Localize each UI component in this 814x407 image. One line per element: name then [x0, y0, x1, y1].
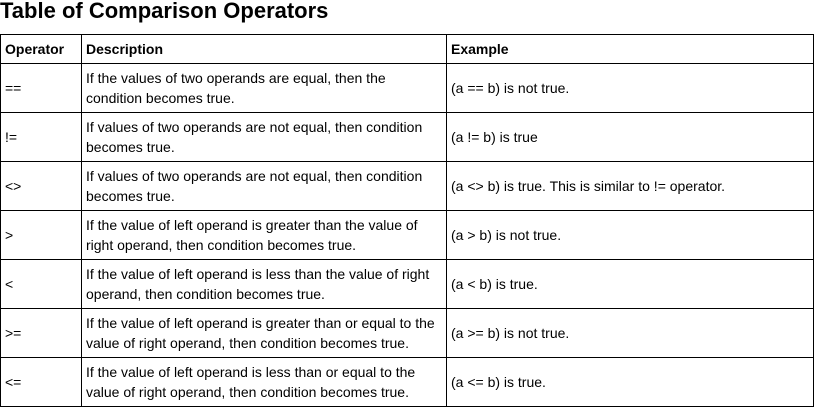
description-cell: If the value of left operand is less tha…: [81, 259, 447, 309]
example-cell: (a == b) is not true.: [446, 63, 814, 113]
example-cell: (a < b) is true.: [446, 259, 814, 309]
description-cell: If the values of two operands are equal,…: [81, 63, 447, 113]
operator-cell: <: [0, 259, 82, 309]
example-cell: (a != b) is true: [446, 112, 814, 162]
table-row: != If values of two operands are not equ…: [0, 112, 814, 162]
example-cell: (a <> b) is true. This is similar to != …: [446, 161, 814, 211]
operator-cell: >=: [0, 308, 82, 358]
operator-cell: ==: [0, 63, 82, 113]
description-cell: If values of two operands are not equal,…: [81, 112, 447, 162]
description-cell: If the value of left operand is greater …: [81, 308, 447, 358]
table-row: <> If values of two operands are not equ…: [0, 161, 814, 211]
table-row: <= If the value of left operand is less …: [0, 357, 814, 407]
comparison-operators-table: Operator Description Example == If the v…: [0, 34, 814, 407]
example-cell: (a > b) is not true.: [446, 210, 814, 260]
table-header-row: Operator Description Example: [0, 34, 814, 64]
table-row: >= If the value of left operand is great…: [0, 308, 814, 358]
example-cell: (a >= b) is not true.: [446, 308, 814, 358]
column-header-example: Example: [446, 34, 814, 64]
description-cell: If the value of left operand is less tha…: [81, 357, 447, 407]
operator-cell: !=: [0, 112, 82, 162]
page-title: Table of Comparison Operators: [0, 0, 329, 23]
table-row: < If the value of left operand is less t…: [0, 259, 814, 309]
description-cell: If values of two operands are not equal,…: [81, 161, 447, 211]
example-cell: (a <= b) is true.: [446, 357, 814, 407]
column-header-description: Description: [81, 34, 447, 64]
operator-cell: >: [0, 210, 82, 260]
operator-cell: <=: [0, 357, 82, 407]
operator-cell: <>: [0, 161, 82, 211]
description-cell: If the value of left operand is greater …: [81, 210, 447, 260]
table-row: == If the values of two operands are equ…: [0, 63, 814, 113]
column-header-operator: Operator: [0, 34, 82, 64]
table-row: > If the value of left operand is greate…: [0, 210, 814, 260]
